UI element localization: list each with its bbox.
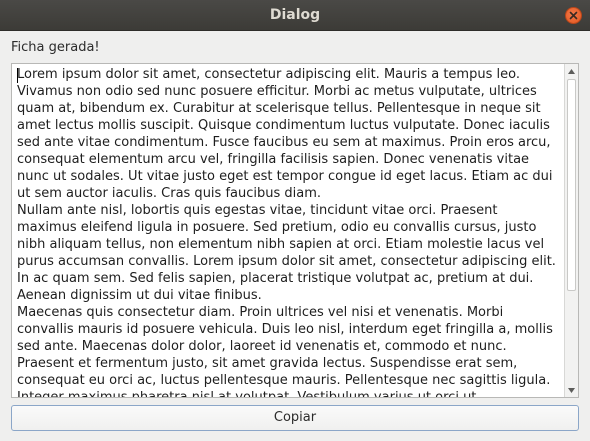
arrow-down-icon	[568, 387, 575, 393]
ficha-text: Lorem ipsum dolor sit amet, consectetur …	[17, 67, 556, 398]
copy-button[interactable]: Copiar	[11, 405, 579, 431]
status-label: Ficha gerada!	[11, 40, 100, 55]
arrow-up-icon	[568, 68, 575, 74]
window-title: Dialog	[269, 7, 321, 23]
scroll-up-button[interactable]	[565, 64, 578, 78]
scrollbar-thumb[interactable]	[567, 79, 576, 291]
vertical-scrollbar[interactable]	[564, 64, 578, 397]
close-icon	[569, 11, 578, 20]
ficha-text-area[interactable]: Lorem ipsum dolor sit amet, consectetur …	[11, 63, 579, 398]
dialog-window: Dialog Ficha gerada! Lorem ipsum dolor s…	[0, 0, 590, 441]
close-button[interactable]	[565, 7, 582, 24]
title-bar[interactable]: Dialog	[0, 0, 590, 31]
text-cursor	[17, 68, 18, 83]
scroll-down-button[interactable]	[565, 383, 578, 397]
